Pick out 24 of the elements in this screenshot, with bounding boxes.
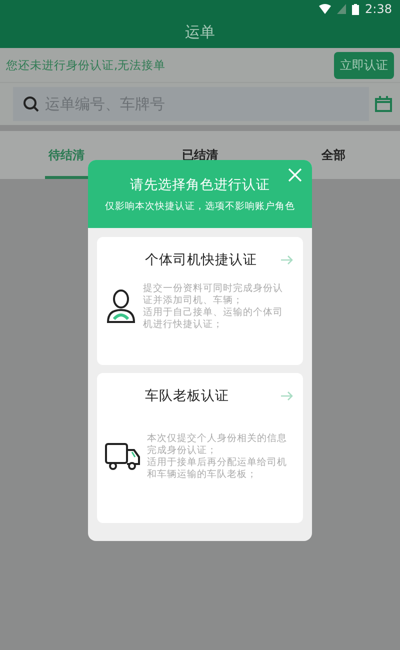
search-icon	[23, 96, 39, 112]
wifi-icon	[319, 4, 332, 14]
option-description: 适用于自己接单、运输的个体司机进行快捷认证；	[143, 307, 284, 331]
dialog-subtitle: 仅影响本次快捷认证，选项不影响账户角色	[105, 200, 295, 212]
calendar-icon[interactable]	[375, 96, 392, 112]
page-title: 运单	[185, 22, 215, 42]
option-title: 个体司机快捷认证	[145, 251, 257, 269]
option-description: 适用于接单后再分配运单给司机和车辆运输的车队老板；	[147, 457, 288, 481]
tab[interactable]: 全部	[312, 131, 355, 179]
dialog-title: 请先选择角色进行认证	[130, 176, 270, 194]
battery-icon	[352, 4, 360, 14]
role-option-card[interactable]: 个体司机快捷认证 提交一份资料可同时完成身份认证并添加司机、车辆； 适用于自己接单、运输的个体司机进行快捷认证；	[97, 237, 303, 365]
status-time: 2:38	[365, 2, 392, 16]
option-title: 车队老板认证	[145, 387, 229, 405]
role-option-card[interactable]: 车队老板认证 本次仅提交个人身份相关的信息完成身份认证； 适用于接单后再分配运单给司机和车辆运输的车队老板；	[97, 373, 303, 523]
option-description: 本次仅提交个人身份相关的信息完成身份认证；	[147, 433, 288, 457]
notice-text: 您还未进行身份认证,无法接单	[6, 58, 166, 72]
option-description: 提交一份资料可同时完成身份认证并添加司机、车辆；	[143, 283, 284, 307]
truck-icon	[105, 442, 141, 472]
person-icon	[105, 289, 137, 325]
signal-icon	[337, 4, 346, 14]
close-icon[interactable]	[288, 168, 302, 182]
arrow-icon	[281, 391, 293, 401]
arrow-icon	[281, 255, 293, 265]
